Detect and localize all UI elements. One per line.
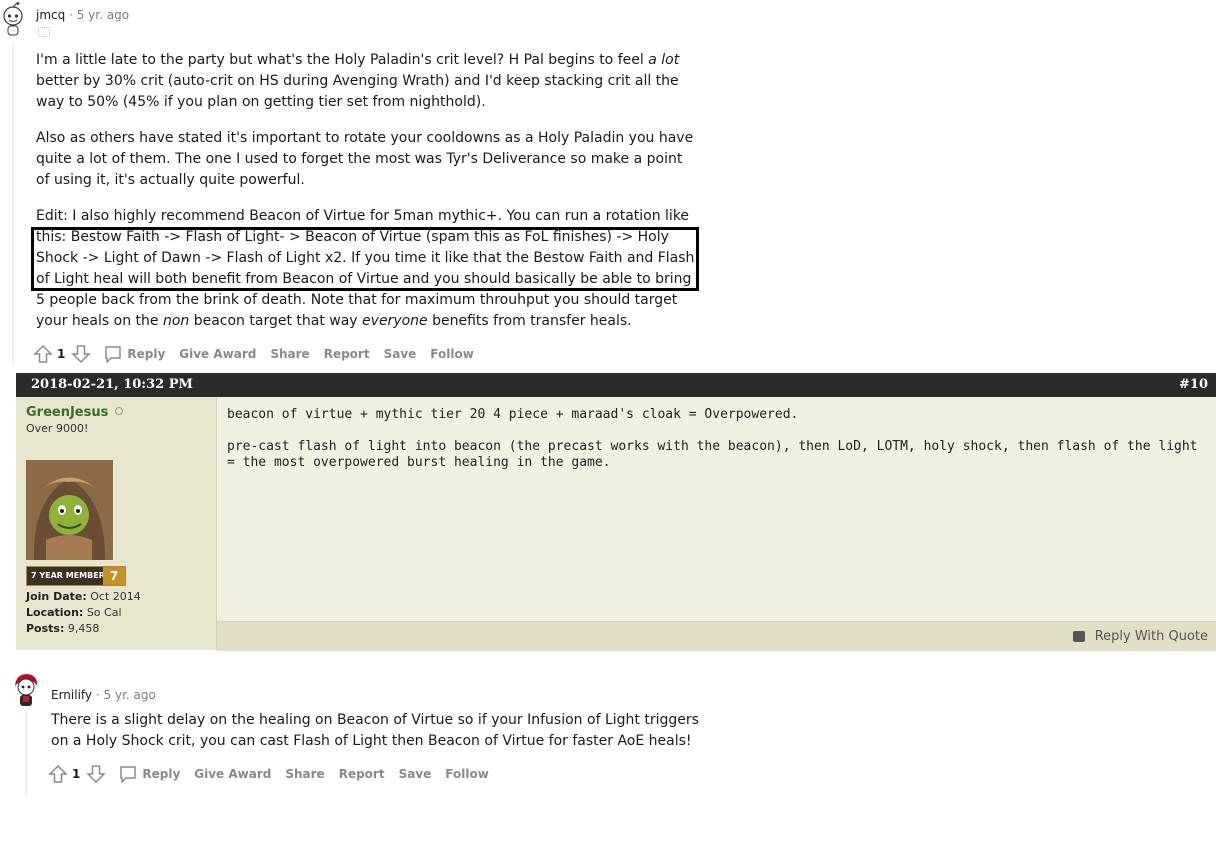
give-award-button[interactable]: Give Award	[179, 347, 256, 361]
post-message: beacon of virtue + mythic tier 20 4 piec…	[227, 407, 1206, 487]
user-sidebar: GreenJesus Over 9000! 7 YEAR MEMBER 7 Jo…	[16, 397, 217, 650]
text-run: beacon target that way	[189, 313, 363, 329]
location: Location: So Cal	[26, 606, 122, 619]
goblin-avatar-icon	[26, 460, 113, 560]
posts-value: 9,458	[67, 622, 100, 635]
emphasis-text: a lot	[648, 52, 680, 68]
snoo-avatar-icon	[3, 2, 23, 36]
join-date-value: Oct 2014	[90, 590, 141, 603]
thread-line[interactable]	[25, 712, 27, 796]
location-value: So Cal	[86, 606, 122, 619]
text-run: benefits from transfer heals.	[427, 313, 632, 329]
badge-years: 7	[103, 567, 125, 585]
upvote-icon[interactable]	[48, 764, 68, 784]
avatar[interactable]	[0, 2, 26, 38]
join-date-label: Join Date:	[26, 590, 87, 603]
separator-dot: ·	[95, 688, 100, 702]
save-button[interactable]: Save	[384, 347, 417, 361]
share-button[interactable]: Share	[270, 347, 309, 361]
vote-count: 1	[57, 347, 66, 361]
comment-paragraph: Also as others have stated it's importan…	[36, 128, 700, 191]
post-count: Posts: 9,458	[26, 622, 99, 635]
message-line: beacon of virtue + mythic tier 20 4 piec…	[227, 407, 799, 422]
follow-button[interactable]: Follow	[430, 347, 474, 361]
reply-with-quote-label: Reply With Quote	[1094, 629, 1208, 644]
text-run: I'm a little late to the party but what'…	[36, 52, 649, 68]
reply-button[interactable]: Reply	[142, 767, 180, 781]
comment-actions: 1 Reply Give Award Share Report Save Fol…	[48, 764, 503, 784]
posts-label: Posts:	[26, 622, 65, 635]
downvote-icon[interactable]	[86, 764, 107, 784]
badge-label: 7 YEAR MEMBER	[31, 571, 105, 580]
upvote-icon[interactable]	[33, 344, 53, 364]
save-button[interactable]: Save	[399, 767, 432, 781]
location-label: Location:	[26, 606, 84, 619]
flair-icon	[38, 27, 50, 37]
reply-button[interactable]: Reply	[127, 347, 165, 361]
highlight-box	[31, 227, 699, 291]
report-button[interactable]: Report	[324, 347, 370, 361]
forum-post: 2018-02-21, 10:32 PM #10 GreenJesus Over…	[16, 373, 1216, 651]
forum-username[interactable]: GreenJesus	[26, 405, 108, 420]
emphasis-text: everyone	[362, 313, 428, 329]
report-button[interactable]: Report	[339, 767, 385, 781]
emphasis-text: non	[162, 313, 190, 329]
post-footer: Reply With Quote	[217, 621, 1216, 651]
post-number-link[interactable]: #10	[1179, 377, 1208, 392]
comment-username[interactable]: jmcq	[36, 8, 65, 22]
comment-body: There is a slight delay on the healing o…	[51, 712, 699, 749]
message-line: pre-cast flash of light into beacon (the…	[227, 439, 1198, 470]
join-date: Join Date: Oct 2014	[26, 590, 141, 603]
forum-avatar[interactable]	[26, 460, 113, 560]
comment-actions: 1 Reply Give Award Share Report Save Fol…	[33, 344, 488, 364]
downvote-icon[interactable]	[71, 344, 92, 364]
reply-with-quote-button[interactable]: Reply With Quote	[1072, 629, 1208, 644]
post-date: 2018-02-21, 10:32 PM	[31, 377, 193, 392]
comment-body: I'm a little late to the party but what'…	[36, 50, 700, 347]
thread-line[interactable]	[12, 44, 14, 364]
comment-age[interactable]: 5 yr. ago	[104, 688, 156, 702]
text-run: Also as others have stated it's importan…	[36, 130, 694, 188]
snoo-red-hair-avatar-icon	[15, 674, 38, 706]
follow-button[interactable]: Follow	[445, 767, 489, 781]
comment-paragraph: I'm a little late to the party but what'…	[36, 50, 700, 113]
give-award-button[interactable]: Give Award	[194, 767, 271, 781]
share-button[interactable]: Share	[285, 767, 324, 781]
separator-dot: ·	[69, 8, 73, 22]
member-badge: 7 YEAR MEMBER 7	[26, 566, 126, 586]
avatar[interactable]	[12, 672, 40, 708]
comment-age[interactable]: 5 yr. ago	[77, 8, 129, 22]
reply-icon[interactable]	[118, 764, 138, 784]
post-header: 2018-02-21, 10:32 PM #10	[16, 373, 1216, 397]
offline-status-icon	[115, 407, 123, 415]
comment-username[interactable]: Ernilify	[51, 688, 92, 702]
vote-count: 1	[72, 767, 81, 781]
reply-icon[interactable]	[103, 344, 123, 364]
post-content: beacon of virtue + mythic tier 20 4 piec…	[217, 397, 1216, 621]
quote-icon	[1072, 631, 1085, 642]
user-title: Over 9000!	[26, 422, 89, 435]
text-run: better by 30% crit (auto-crit on HS duri…	[36, 73, 679, 110]
